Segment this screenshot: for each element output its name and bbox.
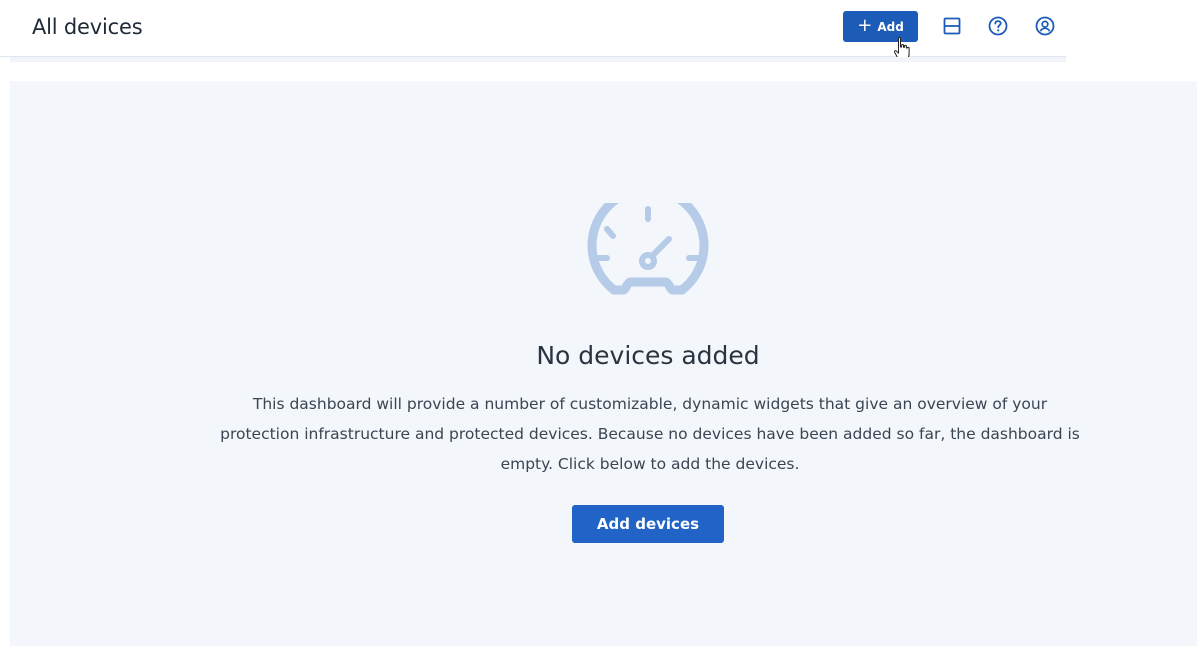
layout-icon[interactable] (941, 15, 963, 37)
empty-dashboard-panel: No devices added This dashboard will pro… (10, 81, 1197, 646)
speedometer-icon (587, 203, 709, 295)
add-devices-button[interactable]: Add devices (572, 505, 724, 543)
help-icon[interactable] (987, 15, 1009, 37)
empty-state-title: No devices added (536, 341, 760, 370)
plus-icon: + (857, 14, 873, 36)
account-icon[interactable] (1034, 15, 1056, 37)
header-bar: All devices + Add (0, 0, 1066, 61)
toolbar-strip (10, 57, 1066, 62)
add-button-label: Add (877, 19, 904, 34)
empty-state-description: This dashboard will provide a number of … (220, 395, 1080, 473)
page-title: All devices (32, 15, 143, 39)
